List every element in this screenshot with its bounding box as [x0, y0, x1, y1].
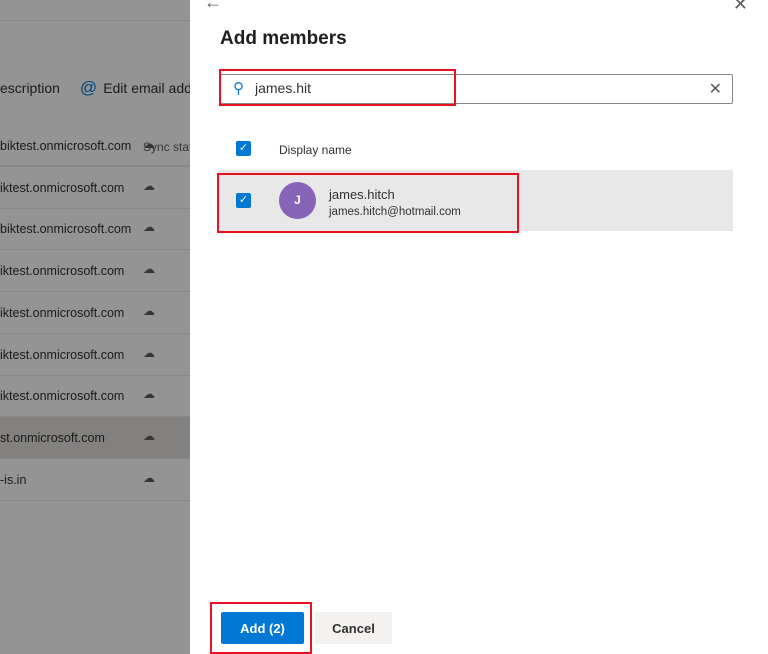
table-row[interactable]: iktest.onmicrosoft.com ☁ [0, 292, 190, 334]
cloud-icon: ☁ [143, 303, 155, 318]
cloud-icon: ☁ [143, 428, 155, 443]
background-page: escription@Edit email addre Sync stat bi… [0, 0, 190, 654]
edit-email-button[interactable]: Edit email addre [103, 80, 190, 96]
panel-title: Add members [220, 28, 347, 49]
close-icon[interactable]: ✕ [733, 0, 748, 15]
display-name-column-header[interactable]: Display name [279, 143, 352, 157]
email-cell: st.onmicrosoft.com [0, 430, 105, 445]
toolbar: escription @ Edit email addre [0, 78, 190, 98]
email-cell: iktest.onmicrosoft.com [0, 180, 125, 195]
cloud-icon: ☁ [143, 345, 155, 360]
add-members-panel: ← ✕ Add members ⚲ ✕ ✓ Display name ✓ J j… [190, 0, 768, 654]
back-arrow-icon[interactable]: ← [204, 0, 222, 13]
cloud-icon: ☁ [143, 178, 155, 193]
annotation-highlight [210, 602, 312, 654]
divider [0, 20, 190, 21]
cloud-icon: ☁ [143, 387, 155, 402]
cloud-icon: ☁ [143, 137, 155, 151]
cloud-icon: ☁ [143, 470, 155, 485]
table-row[interactable]: iktest.onmicrosoft.com ☁ [0, 250, 190, 293]
at-icon: @ [79, 78, 98, 97]
annotation-highlight [219, 69, 456, 106]
table-row[interactable]: biktest.onmicrosoft.com ☁ [0, 208, 190, 251]
select-all-checkbox[interactable]: ✓ [236, 141, 251, 156]
table-row[interactable]: biktest.onmicrosoft.com ☁ [0, 125, 190, 167]
table-row[interactable]: st.onmicrosoft.com ☁ [0, 416, 190, 459]
email-cell: biktest.onmicrosoft.com [0, 139, 132, 153]
email-cell: iktest.onmicrosoft.com [0, 389, 125, 404]
table-row[interactable]: iktest.onmicrosoft.com ☁ [0, 334, 190, 376]
annotation-highlight [217, 173, 519, 233]
cloud-icon: ☁ [143, 220, 155, 235]
email-cell: iktest.onmicrosoft.com [0, 347, 125, 362]
email-cell: biktest.onmicrosoft.com [0, 222, 132, 237]
email-cell: iktest.onmicrosoft.com [0, 305, 125, 320]
edit-description-button[interactable]: escription [0, 80, 60, 96]
table-row[interactable]: -is.in ☁ [0, 459, 190, 501]
table-row[interactable]: iktest.onmicrosoft.com ☁ [0, 375, 190, 418]
table-row[interactable]: iktest.onmicrosoft.com ☁ [0, 167, 190, 209]
cloud-icon: ☁ [143, 262, 155, 277]
clear-search-icon[interactable]: ✕ [709, 79, 722, 99]
cancel-button[interactable]: Cancel [315, 612, 392, 644]
email-cell: iktest.onmicrosoft.com [0, 264, 125, 279]
email-cell: -is.in [0, 472, 27, 487]
